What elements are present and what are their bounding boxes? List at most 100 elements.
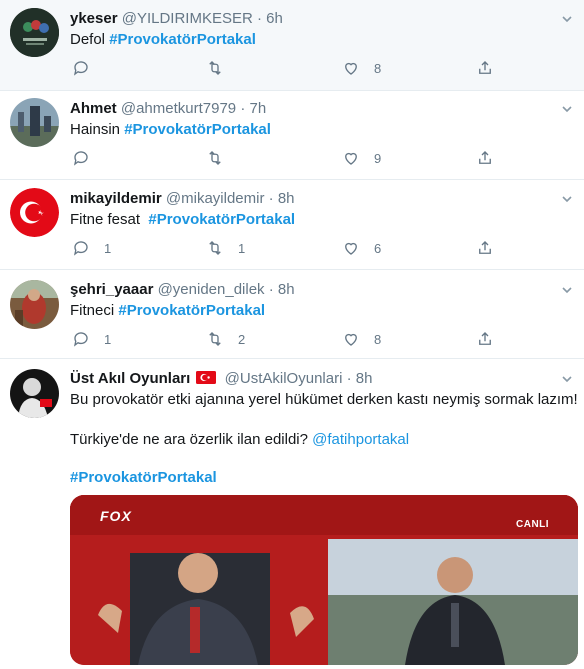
tweet-actions: 8 <box>72 59 512 79</box>
reply-icon <box>73 241 88 256</box>
user-handle[interactable]: @mikayildemir <box>166 190 265 207</box>
avatar[interactable] <box>10 188 59 237</box>
chevron-down-icon[interactable] <box>560 192 574 206</box>
avatar-image <box>10 98 59 147</box>
tweet-text-plain: Hainsin <box>70 121 125 138</box>
separator: · <box>346 370 352 387</box>
tweet[interactable]: Ahmet @ahmetkurt7979 · 7h Hainsin #Provo… <box>0 91 584 180</box>
share-button[interactable] <box>476 149 494 167</box>
like-button[interactable]: 9 <box>342 149 381 167</box>
separator: · <box>268 190 274 207</box>
like-count: 9 <box>374 150 382 166</box>
share-icon <box>479 61 491 74</box>
display-name[interactable]: Üst Akıl Oyunları <box>70 370 190 387</box>
tweet-actions: 1 1 6 <box>72 239 512 259</box>
share-icon <box>479 241 491 254</box>
tweet-text: Hainsin #ProvokatörPortakal <box>70 121 271 138</box>
user-handle[interactable]: @yeniden_dilek <box>158 281 265 298</box>
hashtag-link[interactable]: #ProvokatörPortakal <box>148 211 295 228</box>
tweet[interactable]: mikayildemir @mikayildemir · 8h Fitne fe… <box>0 180 584 270</box>
heart-icon <box>345 62 357 75</box>
reply-button[interactable]: 1 <box>72 330 111 348</box>
display-name[interactable]: Ahmet <box>70 100 117 117</box>
retweet-button[interactable]: 2 <box>206 330 245 348</box>
retweet-icon <box>209 151 221 165</box>
avatar[interactable] <box>10 98 59 147</box>
live-badge: CANLI <box>516 519 550 530</box>
reply-button[interactable]: 1 <box>72 239 111 257</box>
hashtag-link[interactable]: #ProvokatörPortakal <box>70 469 217 486</box>
tweet-header: ykeser @YILDIRIMKESER · 6h <box>70 10 283 27</box>
retweet-icon <box>209 332 221 346</box>
tweet-media[interactable]: FOX CANLI <box>70 495 578 665</box>
retweet-count: 1 <box>238 240 246 256</box>
display-name[interactable]: şehri_yaaar <box>70 281 153 298</box>
display-name[interactable]: mikayildemir <box>70 190 162 207</box>
like-button[interactable]: 8 <box>342 59 381 77</box>
retweet-button[interactable]: 1 <box>206 239 245 257</box>
tweet-header: Üst Akıl Oyunları @UstAkilOyunlari · 8h <box>70 370 372 387</box>
tweet-header: Ahmet @ahmetkurt7979 · 7h <box>70 100 266 117</box>
chevron-down-icon[interactable] <box>560 102 574 116</box>
mention-link[interactable]: @fatihportakal <box>312 431 409 448</box>
tweet-text-line-2: Türkiye'de ne ara özerlik ilan edildi? @… <box>70 431 409 448</box>
tweet[interactable]: şehri_yaaar @yeniden_dilek · 8h Fitneci … <box>0 270 584 359</box>
tweet-text: Defol #ProvokatörPortakal <box>70 31 256 48</box>
retweet-count: 2 <box>238 331 246 347</box>
retweet-icon <box>209 61 221 75</box>
retweet-icon <box>209 241 221 255</box>
reply-button[interactable] <box>72 59 104 77</box>
tweet-text-line-1: Bu provokatör etki ajanına yerel hükümet… <box>70 391 578 408</box>
tweet-actions: 1 2 8 <box>72 330 512 350</box>
share-button[interactable] <box>476 239 494 257</box>
reply-count: 1 <box>104 331 112 347</box>
tweet-text-plain: Türkiye'de ne ara özerlik ilan edildi? <box>70 431 313 448</box>
share-button[interactable] <box>476 330 494 348</box>
like-count: 6 <box>374 240 382 256</box>
timestamp[interactable]: 8h <box>278 190 295 207</box>
timestamp[interactable]: 8h <box>278 281 295 298</box>
display-name[interactable]: ykeser <box>70 10 118 27</box>
user-handle[interactable]: @YILDIRIMKESER <box>122 10 253 27</box>
reply-count: 1 <box>104 240 112 256</box>
timestamp[interactable]: 8h <box>356 370 373 387</box>
share-icon <box>479 332 491 345</box>
hashtag-link[interactable]: #ProvokatörPortakal <box>124 121 271 138</box>
tweet-header: mikayildemir @mikayildemir · 8h <box>70 190 295 207</box>
share-button[interactable] <box>476 59 494 77</box>
turkish-flag-icon <box>196 371 217 384</box>
reply-button[interactable] <box>72 149 104 167</box>
video-thumbnail <box>70 495 578 665</box>
user-handle[interactable]: @UstAkilOyunlari <box>225 370 343 387</box>
tweet-text-plain: Fitneci <box>70 302 119 319</box>
like-button[interactable]: 6 <box>342 239 381 257</box>
avatar[interactable] <box>10 8 59 57</box>
retweet-button[interactable] <box>206 149 238 167</box>
avatar[interactable] <box>10 280 59 329</box>
heart-icon <box>345 242 357 255</box>
tweet[interactable]: ykeser @YILDIRIMKESER · 6h Defol #Provok… <box>0 0 584 91</box>
share-icon <box>479 151 491 164</box>
tweet-text-plain: Fitne fesat <box>70 211 149 228</box>
heart-icon <box>345 333 357 346</box>
chevron-down-icon[interactable] <box>560 12 574 26</box>
reply-icon <box>73 151 88 166</box>
avatar[interactable] <box>10 369 59 418</box>
heart-icon <box>345 152 357 165</box>
hashtag-link[interactable]: #ProvokatörPortakal <box>118 302 265 319</box>
channel-logo: FOX <box>100 508 132 524</box>
avatar-image <box>10 8 59 57</box>
timestamp[interactable]: 6h <box>266 10 283 27</box>
avatar-image <box>10 369 59 418</box>
chevron-down-icon[interactable] <box>560 283 574 297</box>
timestamp[interactable]: 7h <box>249 100 266 117</box>
tweet-text: Fitne fesat #ProvokatörPortakal <box>70 211 295 228</box>
like-button[interactable]: 8 <box>342 330 381 348</box>
separator: · <box>268 281 274 298</box>
tweet-text: Fitneci #ProvokatörPortakal <box>70 302 265 319</box>
chevron-down-icon[interactable] <box>560 372 574 386</box>
reply-icon <box>73 61 88 76</box>
user-handle[interactable]: @ahmetkurt7979 <box>121 100 236 117</box>
retweet-button[interactable] <box>206 59 238 77</box>
hashtag-link[interactable]: #ProvokatörPortakal <box>109 31 256 48</box>
